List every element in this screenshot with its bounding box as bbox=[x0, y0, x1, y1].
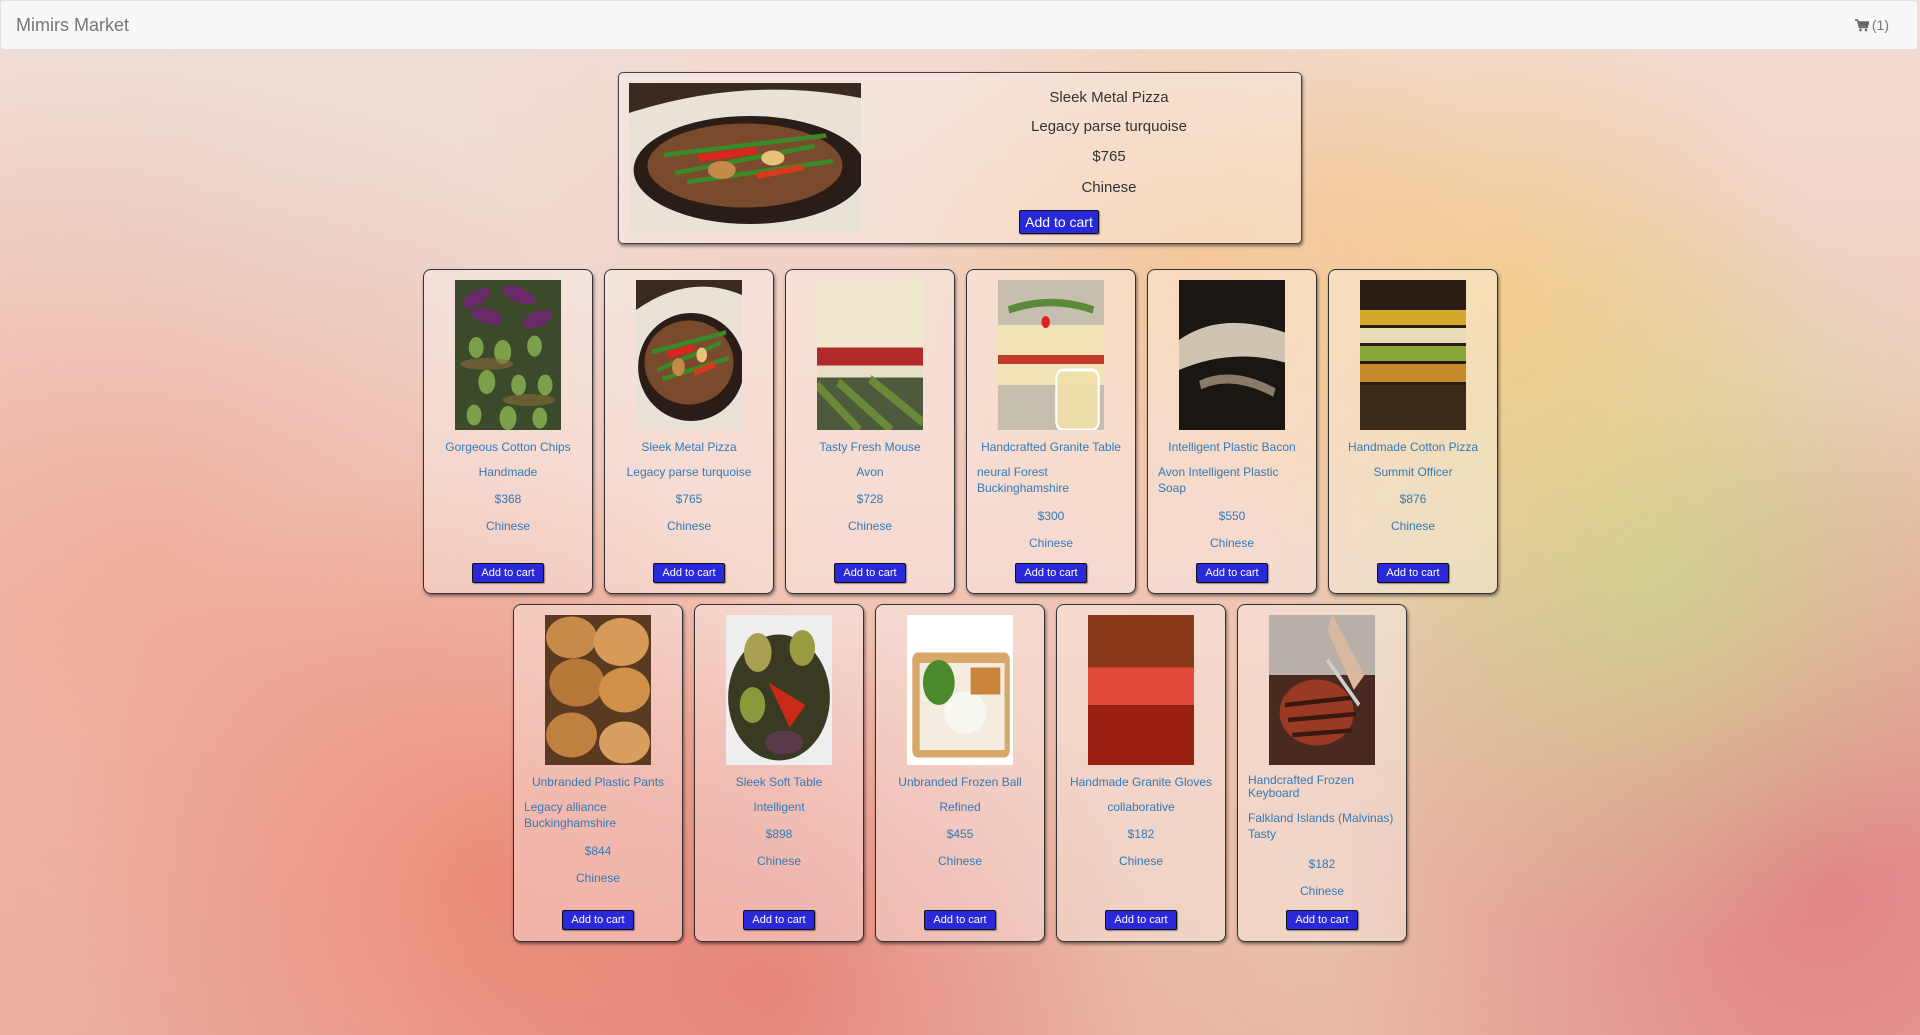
product-price: $368 bbox=[494, 492, 522, 506]
product-image bbox=[998, 280, 1104, 430]
product-price: $182 bbox=[1127, 827, 1155, 841]
add-to-cart-button[interactable]: Add to cart bbox=[743, 910, 815, 930]
product-name[interactable]: Handcrafted Frozen Keyboard bbox=[1248, 774, 1396, 800]
featured-product-image bbox=[629, 83, 861, 233]
product-category: Chinese bbox=[1209, 536, 1255, 550]
product-price: $728 bbox=[856, 492, 884, 506]
product-description: Legacy alliance Buckinghamshire bbox=[524, 800, 617, 830]
product-card: Handmade Granite Gloves collaborative $1… bbox=[1056, 604, 1226, 942]
add-to-cart-button[interactable]: Add to cart bbox=[834, 563, 906, 583]
product-category: Chinese bbox=[1390, 519, 1436, 533]
featured-add-to-cart-button[interactable]: Add to cart bbox=[1019, 210, 1099, 234]
product-category: Chinese bbox=[1299, 884, 1345, 898]
product-price: $300 bbox=[1037, 509, 1065, 523]
product-image bbox=[636, 280, 742, 430]
product-card: Handcrafted Granite Table neural Forest … bbox=[966, 269, 1136, 594]
product-category: Chinese bbox=[1028, 536, 1074, 550]
add-to-cart-button[interactable]: Add to cart bbox=[472, 563, 544, 583]
shopping-cart-icon bbox=[1854, 18, 1869, 31]
product-image bbox=[455, 280, 561, 430]
product-image bbox=[545, 615, 651, 765]
product-name[interactable]: Unbranded Plastic Pants bbox=[524, 774, 672, 790]
product-description: neural Forest Buckinghamshire bbox=[977, 465, 1070, 495]
product-image bbox=[1269, 615, 1375, 765]
add-to-cart-button[interactable]: Add to cart bbox=[1196, 563, 1268, 583]
product-card: Sleek Soft Table Intelligent $898 Chines… bbox=[694, 604, 864, 942]
product-description: Handmade bbox=[478, 465, 538, 479]
product-description: Refined bbox=[939, 800, 981, 814]
featured-product-price: $765 bbox=[1092, 148, 1126, 165]
product-description: Summit Officer bbox=[1373, 465, 1453, 479]
add-to-cart-button[interactable]: Add to cart bbox=[1377, 563, 1449, 583]
product-name[interactable]: Handmade Granite Gloves bbox=[1067, 774, 1215, 790]
product-price: $876 bbox=[1399, 492, 1427, 506]
add-to-cart-button[interactable]: Add to cart bbox=[653, 563, 725, 583]
product-price: $844 bbox=[584, 844, 612, 858]
product-category: Chinese bbox=[485, 519, 531, 533]
product-name[interactable]: Intelligent Plastic Bacon bbox=[1158, 439, 1306, 455]
product-category: Chinese bbox=[756, 854, 802, 868]
product-name[interactable]: Sleek Metal Pizza bbox=[615, 439, 763, 455]
product-image bbox=[817, 280, 923, 430]
product-name[interactable]: Handcrafted Granite Table bbox=[977, 439, 1125, 455]
product-description: collaborative bbox=[1107, 800, 1175, 814]
product-card: Sleek Metal Pizza Legacy parse turquoise… bbox=[604, 269, 774, 594]
brand-link[interactable]: Mimirs Market bbox=[16, 15, 129, 36]
product-card: Tasty Fresh Mouse Avon $728 Chinese Add … bbox=[785, 269, 955, 594]
product-category: Chinese bbox=[575, 871, 621, 885]
featured-product: Sleek Metal Pizza Legacy parse turquoise… bbox=[618, 72, 1302, 244]
product-category: Chinese bbox=[1118, 854, 1164, 868]
product-description: Falkland Islands (Malvinas) Tasty bbox=[1248, 811, 1394, 841]
product-card: Unbranded Frozen Ball Refined $455 Chine… bbox=[875, 604, 1045, 942]
product-name[interactable]: Tasty Fresh Mouse bbox=[796, 439, 944, 455]
add-to-cart-button[interactable]: Add to cart bbox=[1105, 910, 1177, 930]
product-card: Intelligent Plastic Bacon Avon Intellige… bbox=[1147, 269, 1317, 594]
add-to-cart-button[interactable]: Add to cart bbox=[1015, 563, 1087, 583]
product-name[interactable]: Sleek Soft Table bbox=[705, 774, 853, 790]
product-description: Avon Intelligent Plastic Soap bbox=[1158, 465, 1279, 495]
product-image bbox=[726, 615, 832, 765]
add-to-cart-button[interactable]: Add to cart bbox=[1286, 910, 1358, 930]
product-category: Chinese bbox=[847, 519, 893, 533]
product-name[interactable]: Handmade Cotton Pizza bbox=[1339, 439, 1487, 455]
product-description: Legacy parse turquoise bbox=[626, 465, 752, 479]
cart-link[interactable]: (1) bbox=[1854, 17, 1889, 33]
product-card: Handcrafted Frozen Keyboard Falkland Isl… bbox=[1237, 604, 1407, 942]
product-category: Chinese bbox=[937, 854, 983, 868]
featured-product-name: Sleek Metal Pizza bbox=[1049, 89, 1169, 106]
product-card: Handmade Cotton Pizza Summit Officer $87… bbox=[1328, 269, 1498, 594]
add-to-cart-button[interactable]: Add to cart bbox=[924, 910, 996, 930]
product-card: Unbranded Plastic Pants Legacy alliance … bbox=[513, 604, 683, 942]
product-card: Gorgeous Cotton Chips Handmade $368 Chin… bbox=[423, 269, 593, 594]
product-description: Avon bbox=[856, 465, 884, 479]
product-price: $765 bbox=[675, 492, 703, 506]
product-price: $550 bbox=[1218, 509, 1246, 523]
product-description: Intelligent bbox=[753, 800, 805, 814]
product-price: $898 bbox=[765, 827, 793, 841]
product-price: $182 bbox=[1308, 857, 1336, 871]
product-image bbox=[1360, 280, 1466, 430]
product-category: Chinese bbox=[666, 519, 712, 533]
product-image bbox=[1179, 280, 1285, 430]
featured-product-category: Chinese bbox=[1081, 179, 1137, 196]
navbar: Mimirs Market (1) bbox=[0, 0, 1918, 50]
featured-product-description: Legacy parse turquoise bbox=[1031, 118, 1187, 135]
product-name[interactable]: Unbranded Frozen Ball bbox=[886, 774, 1034, 790]
cart-count: (1) bbox=[1871, 17, 1889, 33]
product-name[interactable]: Gorgeous Cotton Chips bbox=[434, 439, 582, 455]
product-image bbox=[1088, 615, 1194, 765]
add-to-cart-button[interactable]: Add to cart bbox=[562, 910, 634, 930]
product-image bbox=[907, 615, 1013, 765]
product-price: $455 bbox=[946, 827, 974, 841]
